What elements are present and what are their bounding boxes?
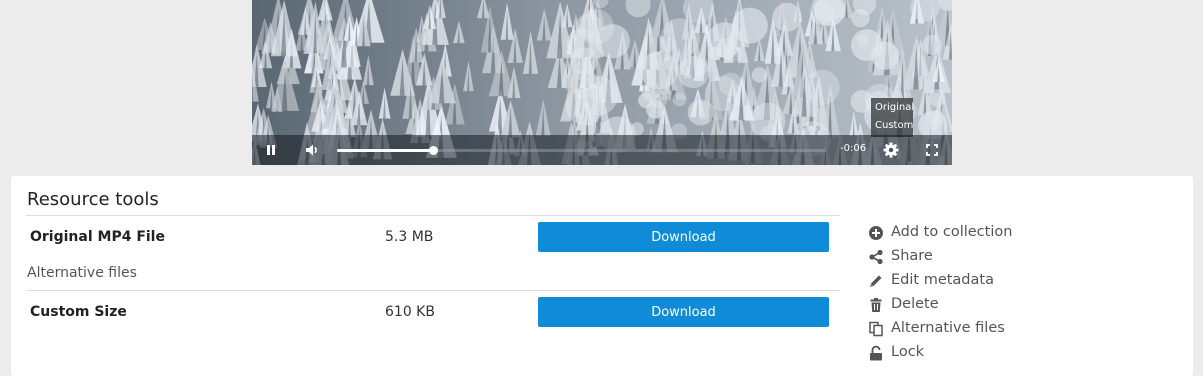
- files-icon: [869, 321, 883, 337]
- pencil-icon: [870, 275, 882, 287]
- player-controls: -0:06: [252, 135, 952, 165]
- divider: [26, 290, 840, 291]
- action-label: Edit metadata: [891, 272, 994, 288]
- pause-button[interactable]: [262, 141, 280, 159]
- video-player[interactable]: Original Custom -0:06: [252, 0, 952, 165]
- fullscreen-icon: [926, 144, 938, 156]
- progress-handle[interactable]: [429, 146, 439, 155]
- download-original-button[interactable]: Download: [538, 222, 829, 252]
- quality-menu: Original Custom: [871, 98, 914, 137]
- volume-button[interactable]: [303, 141, 321, 159]
- settings-button[interactable]: [882, 141, 900, 159]
- trash-icon: [870, 298, 882, 312]
- resource-tools-panel: Resource tools Original MP4 File 5.3 MB …: [11, 176, 1193, 376]
- gear-icon: [883, 142, 899, 158]
- file-size-original: 5.3 MB: [385, 229, 434, 245]
- alternative-files-heading: Alternative files: [27, 265, 137, 281]
- action-label: Alternative files: [891, 320, 1005, 336]
- action-label: Delete: [891, 296, 939, 312]
- file-size-custom: 610 KB: [385, 304, 435, 320]
- fullscreen-button[interactable]: [923, 141, 941, 159]
- volume-icon: [306, 144, 317, 156]
- unlock-icon: [870, 345, 882, 361]
- file-name-custom: Custom Size: [30, 304, 127, 320]
- action-label: Lock: [891, 344, 925, 360]
- quality-option-custom[interactable]: Custom: [871, 117, 913, 135]
- action-label: Share: [891, 248, 933, 264]
- time-remaining: -0:06: [840, 143, 867, 154]
- file-name-original: Original MP4 File: [30, 229, 165, 245]
- panel-title: Resource tools: [27, 189, 159, 210]
- divider: [26, 215, 840, 216]
- progress-fill: [337, 149, 434, 152]
- action-label: Add to collection: [891, 224, 1013, 240]
- progress-bar[interactable]: [337, 146, 826, 155]
- download-custom-button[interactable]: Download: [538, 297, 829, 327]
- plus-circle-icon: [869, 226, 883, 240]
- share-icon: [869, 249, 883, 265]
- pause-icon: [267, 145, 275, 155]
- quality-option-original[interactable]: Original: [871, 99, 914, 117]
